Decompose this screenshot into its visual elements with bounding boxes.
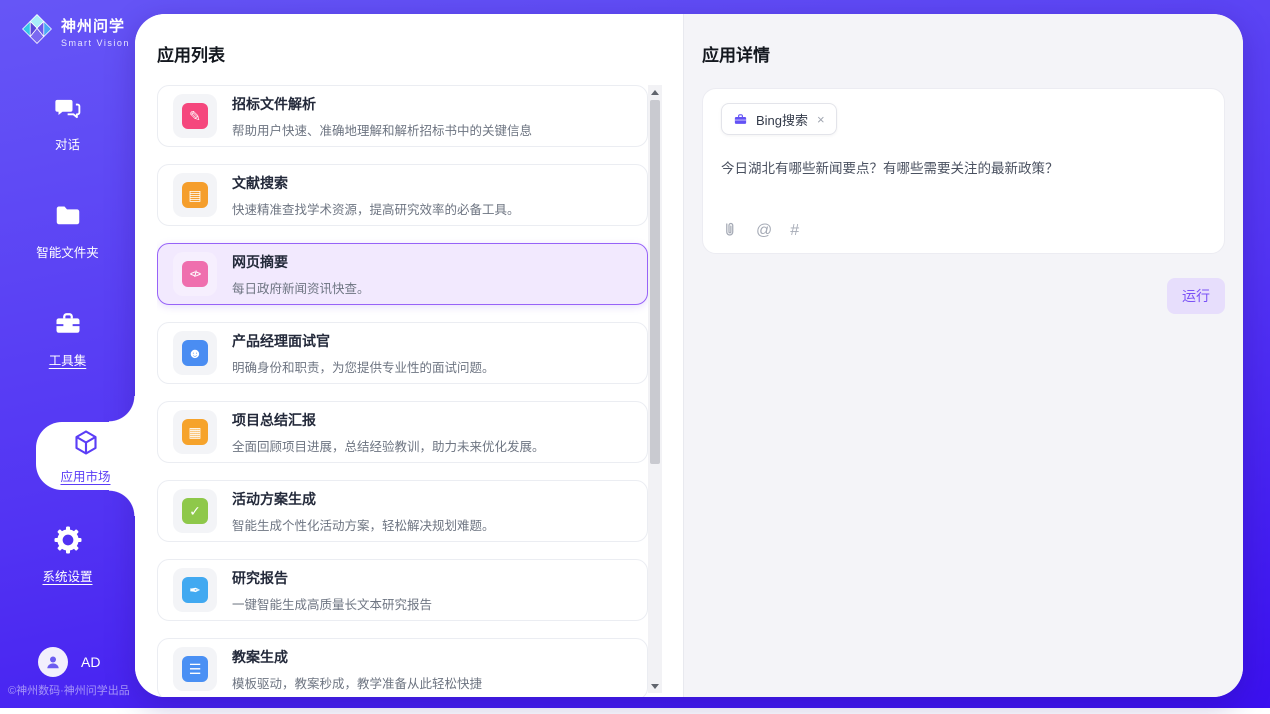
app-card-title: 教案生成	[232, 647, 482, 667]
app-detail-panel: 应用详情 Bing搜索 × 今日湖北有哪些新闻要点？有哪些需要关注的最新政策？	[683, 14, 1243, 697]
scrollbar-down-arrow-icon[interactable]	[648, 679, 662, 693]
tool-tag-label: Bing搜索	[756, 110, 808, 129]
app-card-活动方案生成[interactable]: ✓ 活动方案生成智能生成个性化活动方案，轻松解决规划难题。	[157, 480, 648, 542]
app-icon-box: ☻	[173, 331, 217, 375]
sidebar-item-应用市场[interactable]: 应用市场	[36, 422, 135, 490]
toolbox-icon	[53, 309, 83, 344]
app-card-网页摘要[interactable]: </> 网页摘要每日政府新闻资讯快查。	[157, 243, 648, 305]
sidebar-item-智能文件夹[interactable]: 智能文件夹	[0, 177, 135, 285]
project-report-icon: ▦	[182, 419, 208, 445]
user-menu-button[interactable]: AD	[38, 647, 100, 677]
user-icon	[43, 652, 63, 672]
literature-search-icon: ▤	[182, 182, 208, 208]
app-icon-box: ▤	[173, 173, 217, 217]
app-icon-box: ☰	[173, 647, 217, 691]
lesson-plan-icon: ☰	[182, 656, 208, 682]
list-scrollbar[interactable]	[648, 85, 662, 693]
pm-interview-icon: ☻	[182, 340, 208, 366]
brand-logo: 神州问学 Smart Vision	[20, 12, 130, 51]
sidebar-nav: 对话智能文件夹工具集应用市场系统设置	[0, 69, 135, 609]
mention-icon[interactable]: @	[756, 223, 772, 239]
app-card-description: 每日政府新闻资讯快查。	[232, 278, 370, 297]
app-detail-title: 应用详情	[702, 41, 1225, 66]
app-card-title: 招标文件解析	[232, 94, 532, 114]
tool-tag-bing-search[interactable]: Bing搜索 ×	[721, 103, 837, 135]
app-icon-box: ✎	[173, 94, 217, 138]
research-report-icon: ✒	[182, 577, 208, 603]
query-card: Bing搜索 × 今日湖北有哪些新闻要点？有哪些需要关注的最新政策？ @ #	[702, 88, 1225, 254]
app-card-文献搜索[interactable]: ▤ 文献搜索快速精准查找学术资源，提高研究效率的必备工具。	[157, 164, 648, 226]
app-card-title: 研究报告	[232, 568, 432, 588]
gear-icon	[53, 525, 83, 560]
brand-name: 神州问学	[61, 15, 130, 36]
gem-diamond-icon	[20, 12, 54, 51]
app-card-教案生成[interactable]: ☰ 教案生成模板驱动，教案秒成，教学准备从此轻松快捷	[157, 638, 648, 697]
app-card-description: 模板驱动，教案秒成，教学准备从此轻松快捷	[232, 673, 482, 692]
app-card-title: 网页摘要	[232, 252, 370, 272]
sidebar-item-label: 工具集	[49, 350, 87, 369]
app-card-title: 活动方案生成	[232, 489, 495, 509]
scrollbar-up-arrow-icon[interactable]	[648, 85, 662, 99]
app-card-title: 产品经理面试官	[232, 331, 495, 351]
app-card-description: 智能生成个性化活动方案，轻松解决规划难题。	[232, 515, 495, 534]
app-frame: 神州问学 Smart Vision 对话智能文件夹工具集应用市场系统设置 AD …	[0, 0, 1270, 708]
app-card-list: ✎ 招标文件解析帮助用户快速、准确地理解和解析招标书中的关键信息 ▤ 文献搜索快速精准…	[157, 85, 648, 697]
app-icon-box: ✓	[173, 489, 217, 533]
folder-icon	[53, 201, 83, 236]
attachment-toolbar: @ #	[721, 221, 799, 240]
app-card-description: 快速精准查找学术资源，提高研究效率的必备工具。	[232, 199, 520, 218]
app-card-研究报告[interactable]: ✒ 研究报告一键智能生成高质量长文本研究报告	[157, 559, 648, 621]
app-card-description: 全面回顾项目进展，总结经验教训，助力未来优化发展。	[232, 436, 545, 455]
app-list-title: 应用列表	[157, 41, 225, 66]
app-card-description: 明确身份和职责，为您提供专业性的面试问题。	[232, 357, 495, 376]
app-card-产品经理面试官[interactable]: ☻ 产品经理面试官明确身份和职责，为您提供专业性的面试问题。	[157, 322, 648, 384]
app-card-title: 项目总结汇报	[232, 410, 545, 430]
chat-icon	[53, 93, 83, 128]
app-list-panel: 应用列表 ✎ 招标文件解析帮助用户快速、准确地理解和解析招标书中的关键信息 ▤ 文献搜…	[135, 14, 683, 697]
sidebar-item-工具集[interactable]: 工具集	[0, 285, 135, 393]
sidebar-item-系统设置[interactable]: 系统设置	[0, 501, 135, 609]
app-icon-box: ✒	[173, 568, 217, 612]
run-row: 运行	[702, 278, 1225, 314]
main-content: 应用列表 ✎ 招标文件解析帮助用户快速、准确地理解和解析招标书中的关键信息 ▤ 文献搜…	[135, 14, 1243, 697]
copyright-footer: ©神州数码·神州问学出品	[8, 682, 130, 698]
app-card-description: 帮助用户快速、准确地理解和解析招标书中的关键信息	[232, 120, 532, 139]
event-plan-icon: ✓	[182, 498, 208, 524]
web-digest-icon: </>	[182, 261, 208, 287]
brand-tagline: Smart Vision	[61, 38, 130, 48]
query-input[interactable]: 今日湖北有哪些新闻要点？有哪些需要关注的最新政策？	[721, 159, 1206, 179]
avatar[interactable]	[38, 647, 68, 677]
app-icon-box: ▦	[173, 410, 217, 454]
paperclip-icon[interactable]	[721, 221, 738, 240]
sidebar-item-label: 对话	[55, 134, 80, 153]
app-card-description: 一键智能生成高质量长文本研究报告	[232, 594, 432, 613]
briefcase-icon	[733, 112, 748, 127]
scrollbar-thumb[interactable]	[650, 100, 660, 464]
sidebar: 神州问学 Smart Vision 对话智能文件夹工具集应用市场系统设置 AD …	[0, 0, 135, 708]
tag-close-icon[interactable]: ×	[817, 112, 825, 127]
app-icon-box: </>	[173, 252, 217, 296]
sidebar-item-label: 智能文件夹	[36, 242, 99, 261]
bid-analysis-icon: ✎	[182, 103, 208, 129]
app-card-招标文件解析[interactable]: ✎ 招标文件解析帮助用户快速、准确地理解和解析招标书中的关键信息	[157, 85, 648, 147]
cube-icon	[71, 428, 101, 463]
user-initials: AD	[81, 654, 100, 670]
sidebar-item-label: 应用市场	[60, 466, 110, 485]
app-card-title: 文献搜索	[232, 173, 520, 193]
run-button[interactable]: 运行	[1167, 278, 1225, 314]
app-card-项目总结汇报[interactable]: ▦ 项目总结汇报全面回顾项目进展，总结经验教训，助力未来优化发展。	[157, 401, 648, 463]
sidebar-item-label: 系统设置	[42, 566, 92, 585]
hash-icon[interactable]: #	[790, 223, 799, 239]
sidebar-item-对话[interactable]: 对话	[0, 69, 135, 177]
